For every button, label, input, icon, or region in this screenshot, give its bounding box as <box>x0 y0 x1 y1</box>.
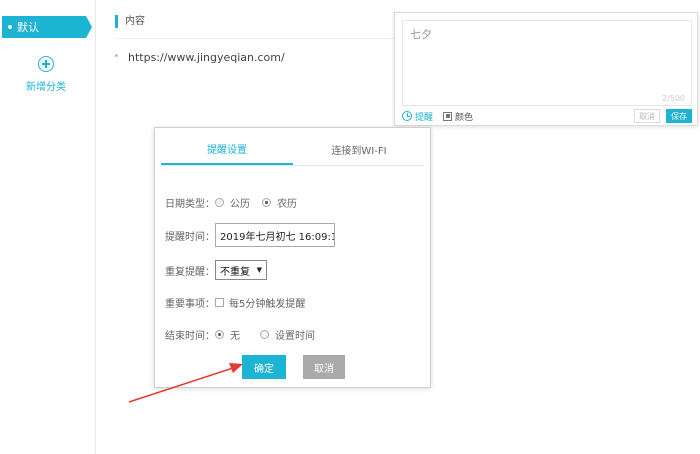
add-category-label: 新增分类 <box>26 82 66 93</box>
add-category-button[interactable]: 新增分类 <box>18 56 74 93</box>
active-dot-icon <box>8 25 12 29</box>
editor-save-button[interactable]: 保存 <box>666 109 692 123</box>
radio-end-none[interactable] <box>215 330 224 339</box>
remind-label: 提醒 <box>415 112 434 123</box>
remind-time-row: 提醒时间： 2019年七月初七 16:09:1: <box>165 223 335 247</box>
confirm-button[interactable]: 确定 <box>242 355 286 379</box>
radio-lunar-label: 农历 <box>277 199 297 210</box>
note-text: 七夕 <box>410 28 432 41</box>
list-item[interactable]: https://www.jingyeqian.com/ <box>115 51 285 64</box>
color-swatch-icon <box>443 111 453 121</box>
dialog-tabs: 提醒设置 连接到WI-FI <box>161 134 425 166</box>
end-time-label: 结束时间： <box>165 331 215 342</box>
note-textarea[interactable]: 七夕 2/500 <box>402 20 692 106</box>
bullet-icon <box>115 53 118 57</box>
sidebar-item-default[interactable]: 默认 <box>2 16 92 38</box>
color-label: 颜色 <box>455 112 474 123</box>
remind-time-input[interactable]: 2019年七月初七 16:09:1: <box>215 223 335 247</box>
radio-solar-label: 公历 <box>230 199 250 210</box>
note-editor: 七夕 2/500 提醒 颜色 取消 保存 <box>394 12 698 126</box>
editor-toolbar: 提醒 颜色 取消 保存 <box>402 108 692 124</box>
important-option[interactable]: 每5分钟触发提醒 <box>215 295 305 310</box>
plus-circle-icon <box>38 56 54 72</box>
char-counter: 2/500 <box>661 94 685 103</box>
end-time-set-option[interactable]: 设置时间 <box>260 327 315 342</box>
end-time-none-option[interactable]: 无 <box>215 327 240 342</box>
date-type-solar-option[interactable]: 公历 <box>215 195 250 210</box>
sidebar: 默认 新增分类 <box>0 0 96 454</box>
color-button[interactable]: 颜色 <box>443 110 473 123</box>
sidebar-item-label: 默认 <box>17 21 39 34</box>
list-item-text: https://www.jingyeqian.com/ <box>128 51 285 64</box>
clock-icon <box>402 111 412 121</box>
important-option-label: 每5分钟触发提醒 <box>229 299 306 310</box>
important-row: 重要事项： 每5分钟触发提醒 <box>165 295 317 310</box>
tab-connect-wifi[interactable]: 连接到WI-FI <box>293 134 425 165</box>
repeat-row: 重复提醒： 不重复 ▼ <box>165 260 267 280</box>
section-title: 内容 <box>115 15 145 28</box>
editor-cancel-button[interactable]: 取消 <box>634 109 660 123</box>
radio-lunar[interactable] <box>262 198 271 207</box>
date-type-lunar-option[interactable]: 农历 <box>262 195 297 210</box>
repeat-select[interactable]: 不重复 ▼ <box>215 260 267 280</box>
repeat-label: 重复提醒： <box>165 266 215 278</box>
cancel-button[interactable]: 取消 <box>303 355 345 379</box>
dropdown-arrow-icon: ▼ <box>256 266 262 274</box>
remind-time-label: 提醒时间： <box>165 231 215 243</box>
important-checkbox[interactable] <box>215 298 224 307</box>
remind-button[interactable]: 提醒 <box>402 110 433 123</box>
tab-reminder-settings[interactable]: 提醒设置 <box>161 134 293 165</box>
radio-end-set-label: 设置时间 <box>275 331 315 342</box>
date-type-label: 日期类型： <box>165 199 215 210</box>
repeat-value: 不重复 <box>220 266 250 278</box>
radio-solar[interactable] <box>215 198 224 207</box>
radio-end-none-label: 无 <box>230 331 240 342</box>
important-label: 重要事项： <box>165 299 215 310</box>
date-type-row: 日期类型： 公历 农历 <box>165 195 309 210</box>
radio-end-set[interactable] <box>260 330 269 339</box>
end-time-row: 结束时间： 无 设置时间 <box>165 327 327 342</box>
reminder-dialog: 提醒设置 连接到WI-FI 日期类型： 公历 农历 提醒时间： 2019年七月初… <box>154 127 431 388</box>
